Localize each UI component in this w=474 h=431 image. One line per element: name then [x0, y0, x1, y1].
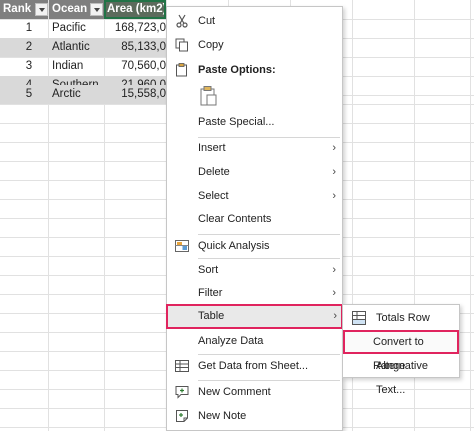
- menu-item-clear-contents[interactable]: Clear Contents: [167, 208, 342, 230]
- menu-label: Analyze Data: [198, 335, 264, 347]
- menu-label: Clear Contents: [198, 213, 272, 225]
- menu-item-new-note[interactable]: New Note: [167, 405, 342, 427]
- chevron-right-icon: ›: [332, 166, 336, 178]
- header-label: Ocean: [52, 3, 88, 15]
- menu-label: Paste Options:: [198, 64, 276, 76]
- menu-item-insert[interactable]: Insert ›: [167, 137, 342, 159]
- ocean-cell[interactable]: Atlantic: [52, 38, 104, 57]
- area-cell[interactable]: 70,560,0: [104, 57, 166, 76]
- chevron-right-icon: ›: [333, 310, 337, 322]
- rank-cell[interactable]: 1: [0, 19, 48, 38]
- header-label: Area (km2): [107, 3, 166, 15]
- menu-label: Quick Analysis: [198, 240, 270, 252]
- menu-item-new-comment[interactable]: New Comment: [167, 381, 342, 403]
- rank-cell[interactable]: 5: [0, 85, 48, 104]
- gridline: [470, 0, 471, 431]
- area-cell[interactable]: 168,723,0: [104, 19, 166, 38]
- clipboard-icon: [175, 63, 189, 77]
- menu-label: Insert: [198, 142, 226, 154]
- table-row[interactable]: 1 Pacific 168,723,0: [0, 19, 166, 38]
- filter-dropdown-icon[interactable]: [35, 3, 48, 16]
- menu-item-delete[interactable]: Delete ›: [167, 161, 342, 183]
- menu-item-filter[interactable]: Filter ›: [167, 282, 342, 304]
- menu-label: Paste Special...: [198, 116, 275, 128]
- totals-row-icon: [352, 311, 366, 325]
- ocean-cell[interactable]: Arctic: [52, 85, 104, 104]
- menu-label: Delete: [198, 166, 230, 178]
- ocean-cell[interactable]: Indian: [52, 57, 104, 76]
- menu-label: Sort: [198, 264, 219, 276]
- rank-cell[interactable]: 2: [0, 38, 48, 57]
- area-cell[interactable]: 85,133,0: [104, 38, 166, 57]
- menu-label: Cut: [198, 15, 216, 27]
- table-submenu: Totals Row Convert to Range Alternative …: [342, 304, 460, 396]
- menu-item-paste-special[interactable]: Paste Special...: [167, 111, 342, 133]
- submenu-item-alternative-text[interactable]: Alternative Text...: [343, 354, 459, 396]
- clipboard-paste-icon: [199, 85, 221, 107]
- menu-item-quick-analysis[interactable]: Quick Analysis: [167, 235, 342, 257]
- menu-label: Filter: [198, 287, 223, 299]
- menu-item-sort[interactable]: Sort ›: [167, 259, 342, 281]
- submenu-item-convert-to-range[interactable]: Convert to Range: [343, 330, 459, 372]
- menu-label: Table: [198, 310, 225, 322]
- menu-label: Get Data from Sheet...: [198, 360, 309, 372]
- comment-icon: [175, 385, 189, 399]
- scissors-icon: [175, 14, 189, 28]
- menu-item-table[interactable]: Table ›: [166, 304, 343, 329]
- menu-label: New Note: [198, 410, 247, 422]
- submenu-label: Totals Row: [376, 312, 430, 324]
- chevron-right-icon: ›: [332, 264, 336, 276]
- menu-label: Select: [198, 190, 229, 202]
- area-cell[interactable]: 15,558,0: [104, 85, 166, 104]
- menu-item-copy[interactable]: Copy: [167, 34, 342, 56]
- chevron-right-icon: ›: [332, 287, 336, 299]
- note-icon: [175, 409, 189, 423]
- table-icon: [175, 359, 189, 373]
- header-label: Rank: [3, 3, 32, 15]
- chevron-right-icon: ›: [332, 142, 336, 154]
- paste-options-header: Paste Options:: [167, 59, 342, 81]
- ocean-cell[interactable]: Pacific: [52, 19, 104, 38]
- table-row[interactable]: 2 Atlantic 85,133,0: [0, 38, 166, 57]
- table-row[interactable]: 3 Indian 70,560,0: [0, 57, 166, 76]
- paste-button[interactable]: [199, 85, 221, 109]
- submenu-label: Alternative Text...: [376, 360, 428, 396]
- quick-analysis-icon: [175, 239, 189, 253]
- header-area[interactable]: Area (km2): [104, 0, 166, 19]
- menu-item-get-data-from-sheet[interactable]: Get Data from Sheet...: [167, 355, 342, 377]
- copy-icon: [175, 38, 189, 52]
- menu-label: Copy: [198, 39, 224, 51]
- submenu-item-totals-row[interactable]: Totals Row: [343, 306, 459, 330]
- rank-cell[interactable]: 3: [0, 57, 48, 76]
- context-menu: Cut Copy Paste Options: Paste Special...…: [166, 6, 343, 431]
- menu-item-select[interactable]: Select ›: [167, 185, 342, 207]
- menu-item-cut[interactable]: Cut: [167, 10, 342, 32]
- menu-label: New Comment: [198, 386, 271, 398]
- filter-dropdown-icon[interactable]: [90, 3, 103, 16]
- menu-item-analyze-data[interactable]: Analyze Data: [167, 330, 342, 352]
- chevron-right-icon: ›: [332, 190, 336, 202]
- table-row[interactable]: 5 Arctic 15,558,0: [0, 85, 166, 104]
